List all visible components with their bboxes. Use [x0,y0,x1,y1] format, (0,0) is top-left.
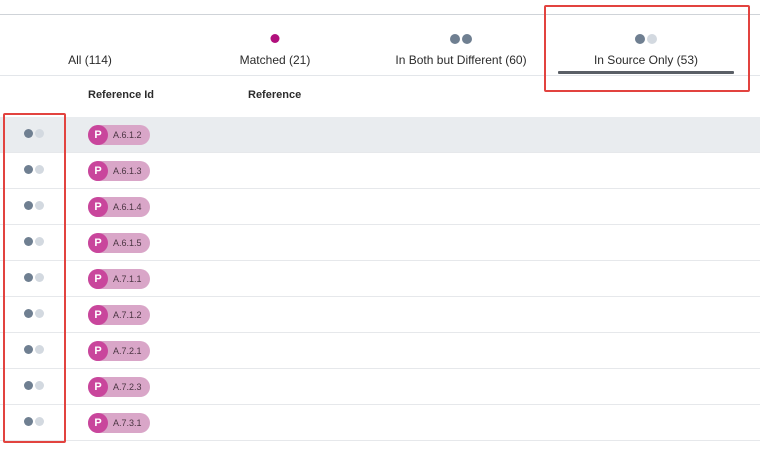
tab-matched[interactable]: Matched (21) [210,15,340,75]
annotation-highlight-tab [544,5,750,92]
table-row[interactable]: P A.6.1.2 [0,117,760,153]
chip-badge: P [88,125,108,145]
tab-all[interactable]: All (114) [40,15,140,75]
table-row[interactable]: P A.7.1.1 [0,261,760,297]
reference-id-text: A.7.2.1 [113,346,142,356]
reference-id-text: A.7.2.3 [113,382,142,392]
reference-id-chip[interactable]: P A.6.1.4 [88,197,150,217]
reference-id-chip[interactable]: P A.7.1.2 [88,305,150,325]
reference-id-chip[interactable]: P A.7.1.1 [88,269,150,289]
reference-id-text: A.6.1.3 [113,166,142,176]
reference-id-text: A.6.1.2 [113,130,142,140]
table-row[interactable]: P A.7.3.1 [0,405,760,441]
different-indicator-icon [450,34,472,44]
tab-all-label: All (114) [68,53,112,67]
table-row[interactable]: P A.6.1.4 [0,189,760,225]
reference-id-chip[interactable]: P A.6.1.5 [88,233,150,253]
chip-badge: P [88,413,108,433]
table-row[interactable]: P A.7.2.1 [0,333,760,369]
table-row[interactable]: P A.7.1.2 [0,297,760,333]
table-row[interactable]: P A.6.1.3 [0,153,760,189]
tab-in-both-different[interactable]: In Both but Different (60) [380,15,542,75]
reference-id-text: A.6.1.5 [113,238,142,248]
reference-id-chip[interactable]: P A.6.1.2 [88,125,150,145]
chip-badge: P [88,233,108,253]
reference-id-text: A.7.1.2 [113,310,142,320]
reference-id-chip[interactable]: P A.7.3.1 [88,413,150,433]
chip-badge: P [88,269,108,289]
results-list: P A.6.1.2 P A.6.1.3 P A.6.1.4 P A.6.1.5 P A.7.1.1… [0,117,760,441]
table-row[interactable]: P A.6.1.5 [0,225,760,261]
chip-badge: P [88,377,108,397]
reference-id-chip[interactable]: P A.7.2.1 [88,341,150,361]
reference-id-chip[interactable]: P A.7.2.3 [88,377,150,397]
column-header-reference[interactable]: Reference [248,89,301,101]
reference-id-text: A.7.3.1 [113,418,142,428]
chip-badge: P [88,197,108,217]
reference-id-text: A.6.1.4 [113,202,142,212]
tab-in-both-different-label: In Both but Different (60) [395,53,527,67]
column-header-reference-id[interactable]: Reference Id [88,89,154,101]
reference-id-chip[interactable]: P A.6.1.3 [88,161,150,181]
matched-indicator-icon [270,34,280,43]
chip-badge: P [88,305,108,325]
chip-badge: P [88,341,108,361]
annotation-highlight-status-column [3,113,66,443]
table-row[interactable]: P A.7.2.3 [0,369,760,405]
tab-matched-label: Matched (21) [239,53,311,67]
chip-badge: P [88,161,108,181]
reference-id-text: A.7.1.1 [113,274,142,284]
